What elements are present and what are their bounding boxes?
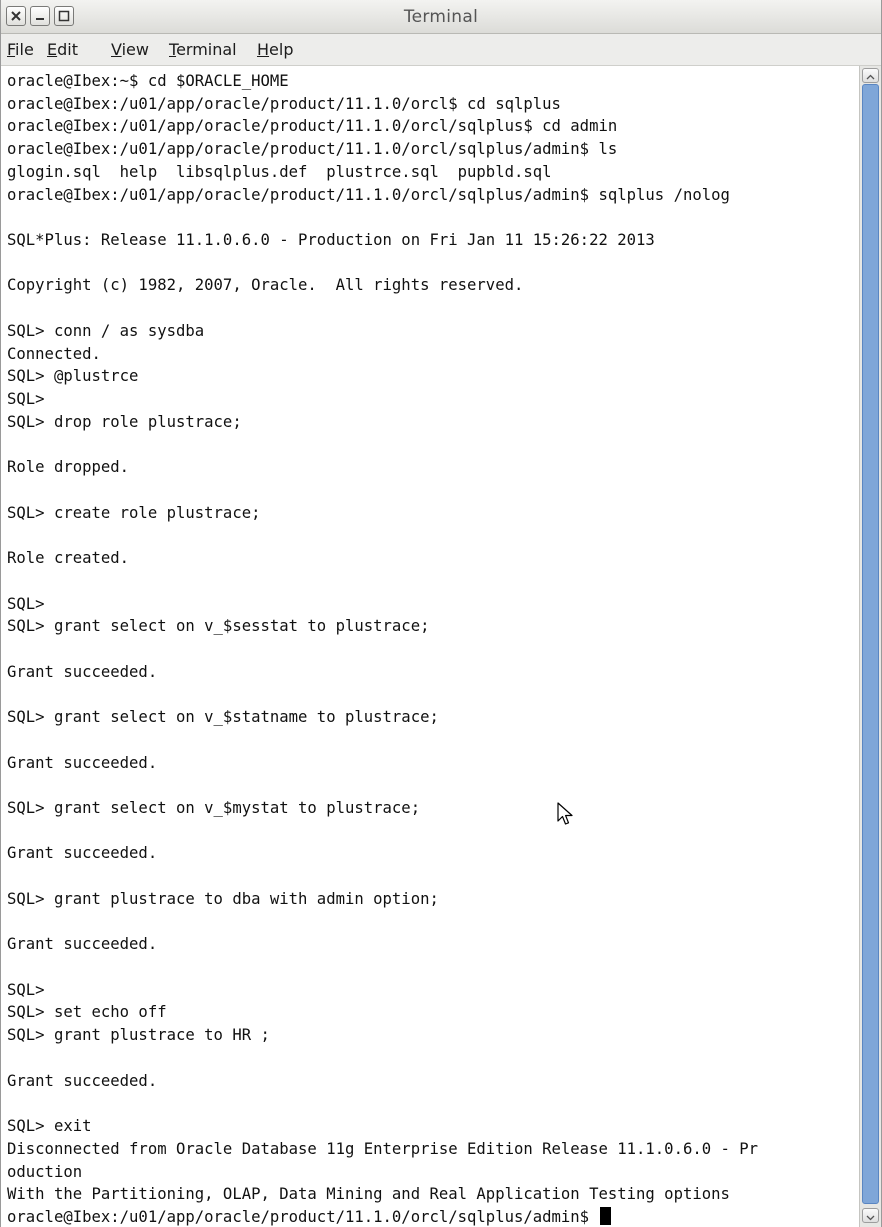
menu-edit-label: dit	[57, 40, 78, 59]
menu-terminal-label: erminal	[176, 40, 237, 59]
menu-view[interactable]: View	[111, 40, 149, 59]
terminal-line: SQL> create role plustrace;	[7, 503, 261, 522]
terminal-line: glogin.sql help libsqlplus.def plustrce.…	[7, 162, 552, 181]
terminal-line: Disconnected from Oracle Database 11g En…	[7, 1139, 759, 1158]
terminal-line: SQL*Plus: Release 11.1.0.6.0 - Productio…	[7, 231, 655, 250]
menu-bar: File Edit View Terminal Help	[1, 34, 881, 66]
menu-edit[interactable]: Edit	[47, 40, 78, 59]
terminal-line: oracle@Ibex:/u01/app/oracle/product/11.1…	[7, 185, 730, 204]
terminal-prompt-line[interactable]: oracle@Ibex:/u01/app/oracle/product/11.1…	[7, 1206, 758, 1227]
terminal-line: SQL> conn / as sysdba	[7, 321, 205, 340]
terminal-line: oduction	[7, 1162, 83, 1181]
menu-view-mnemonic: V	[111, 40, 122, 59]
mouse-pointer-icon	[557, 802, 573, 825]
arrow-down-icon	[866, 1215, 875, 1221]
terminal-line: SQL> drop role plustrace;	[7, 412, 242, 431]
menu-file-label: ile	[15, 40, 34, 59]
terminal-line: oracle@Ibex:/u01/app/oracle/product/11.1…	[7, 94, 561, 113]
terminal-line: SQL> set echo off	[7, 1003, 167, 1022]
scrollbar-thumb[interactable]	[862, 84, 879, 1204]
window-title: Terminal	[403, 7, 479, 27]
menu-edit-mnemonic: E	[47, 40, 58, 59]
menu-terminal-mnemonic: T	[169, 40, 177, 59]
terminal-line: Role dropped.	[7, 458, 130, 477]
terminal-line: oracle@Ibex:/u01/app/oracle/product/11.1…	[7, 117, 618, 136]
terminal-prompt: oracle@Ibex:/u01/app/oracle/product/11.1…	[7, 1207, 599, 1226]
terminal-window: Terminal File Edit View Terminal Help or…	[0, 0, 882, 1227]
menu-view-label: iew	[121, 40, 149, 59]
terminal-line: SQL> grant plustrace to dba with admin o…	[7, 889, 439, 908]
terminal-line: Grant succeeded.	[7, 935, 158, 954]
terminal-line: oracle@Ibex:/u01/app/oracle/product/11.1…	[7, 140, 618, 159]
terminal-line: Grant succeeded.	[7, 753, 158, 772]
terminal-line: SQL> exit	[7, 1117, 92, 1136]
terminal-line: SQL> grant select on v_$sesstat to plust…	[7, 617, 430, 636]
terminal-line: Connected.	[7, 344, 101, 363]
terminal-line: Grant succeeded.	[7, 844, 158, 863]
arrow-up-icon	[866, 74, 875, 80]
terminal-line: SQL> @plustrce	[7, 367, 139, 386]
terminal-output[interactable]: oracle@Ibex:~$ cd $ORACLE_HOME oracle@Ib…	[1, 66, 859, 1227]
terminal-line: SQL> grant plustrace to HR ;	[7, 1026, 270, 1045]
terminal-line: Role created.	[7, 549, 130, 568]
menu-help-label: elp	[269, 40, 294, 59]
title-bar[interactable]: Terminal	[1, 0, 881, 34]
terminal-line: oracle@Ibex:~$ cd $ORACLE_HOME	[7, 72, 289, 90]
terminal-line: SQL> grant select on v_$statname to plus…	[7, 708, 439, 727]
terminal-line: SQL>	[7, 980, 45, 999]
menu-help[interactable]: Help	[257, 40, 293, 59]
terminal-line: Grant succeeded.	[7, 662, 158, 681]
terminal-line: SQL>	[7, 594, 45, 613]
menu-help-mnemonic: H	[257, 40, 270, 59]
terminal-line: With the Partitioning, OLAP, Data Mining…	[7, 1185, 730, 1204]
terminal-line: SQL>	[7, 390, 45, 409]
terminal-line: Copyright (c) 1982, 2007, Oracle. All ri…	[7, 276, 524, 295]
vertical-scrollbar[interactable]	[859, 66, 881, 1227]
text-cursor	[600, 1206, 612, 1225]
menu-file[interactable]: File	[7, 40, 34, 59]
terminal-line: Grant succeeded.	[7, 1071, 158, 1090]
menu-terminal[interactable]: Terminal	[169, 40, 237, 59]
menu-file-mnemonic: F	[7, 40, 16, 59]
scroll-down-button[interactable]	[862, 1208, 879, 1223]
scroll-up-button[interactable]	[862, 68, 879, 83]
terminal-lines: oracle@Ibex:~$ cd $ORACLE_HOME oracle@Ib…	[7, 70, 758, 1227]
terminal-line: SQL> grant select on v_$mystat to plustr…	[7, 799, 421, 817]
